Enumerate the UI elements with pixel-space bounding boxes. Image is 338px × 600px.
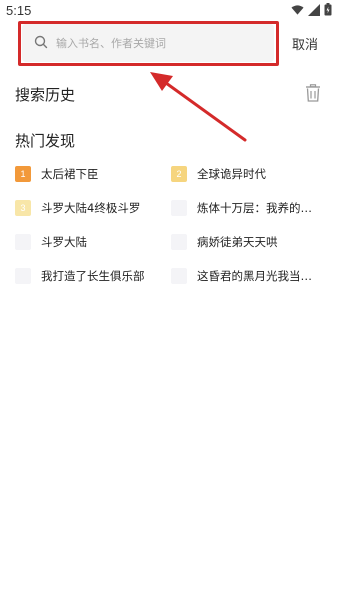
hot-item-label: 这昏君的黑月光我当… xyxy=(197,269,312,283)
hot-item[interactable]: 3 斗罗大陆4终极斗罗 xyxy=(15,198,140,218)
hot-item[interactable]: 6 病娇徒弟天天哄 xyxy=(171,232,278,252)
history-title: 搜索历史 xyxy=(15,86,76,104)
rank-badge: 2 xyxy=(171,166,187,182)
trash-icon[interactable] xyxy=(305,84,321,102)
hot-item-label: 太后裙下臣 xyxy=(41,167,99,181)
rank-badge: 5 xyxy=(15,234,31,250)
rank-badge: 1 xyxy=(15,166,31,182)
rank-badge: 6 xyxy=(171,234,187,250)
cancel-button[interactable]: 取消 xyxy=(292,34,318,53)
hot-item-label: 斗罗大陆4终极斗罗 xyxy=(41,201,141,215)
rank-badge: 8 xyxy=(171,268,187,284)
status-bar: 5:15 xyxy=(0,0,338,22)
search-bar: 取消 xyxy=(0,21,338,66)
status-time: 5:15 xyxy=(6,3,32,18)
hot-item-label: 全球诡异时代 xyxy=(197,167,266,181)
search-input[interactable] xyxy=(56,24,266,62)
hot-item-label: 我打造了长生俱乐部 xyxy=(41,269,145,283)
hot-item-label: 炼体十万层：我养的… xyxy=(197,201,312,215)
search-icon xyxy=(34,35,48,49)
rank-badge: 3 xyxy=(15,200,31,216)
hot-item-label: 斗罗大陆 xyxy=(41,235,87,249)
hot-item[interactable]: 4 炼体十万层：我养的… xyxy=(171,198,312,218)
hot-item[interactable]: 5 斗罗大陆 xyxy=(15,232,87,252)
hot-item[interactable]: 2 全球诡异时代 xyxy=(171,164,266,184)
hot-item[interactable]: 1 太后裙下臣 xyxy=(15,164,99,184)
hot-item-label: 病娇徒弟天天哄 xyxy=(197,235,278,249)
signal-icon xyxy=(308,3,320,16)
rank-badge: 7 xyxy=(15,268,31,284)
battery-icon xyxy=(324,3,332,16)
status-icons xyxy=(291,3,332,16)
hot-item[interactable]: 8 这昏君的黑月光我当… xyxy=(171,266,312,286)
wifi-icon xyxy=(291,4,304,15)
hot-title: 热门发现 xyxy=(15,132,76,150)
search-box[interactable] xyxy=(22,24,274,62)
rank-badge: 4 xyxy=(171,200,187,216)
hot-item[interactable]: 7 我打造了长生俱乐部 xyxy=(15,266,145,286)
